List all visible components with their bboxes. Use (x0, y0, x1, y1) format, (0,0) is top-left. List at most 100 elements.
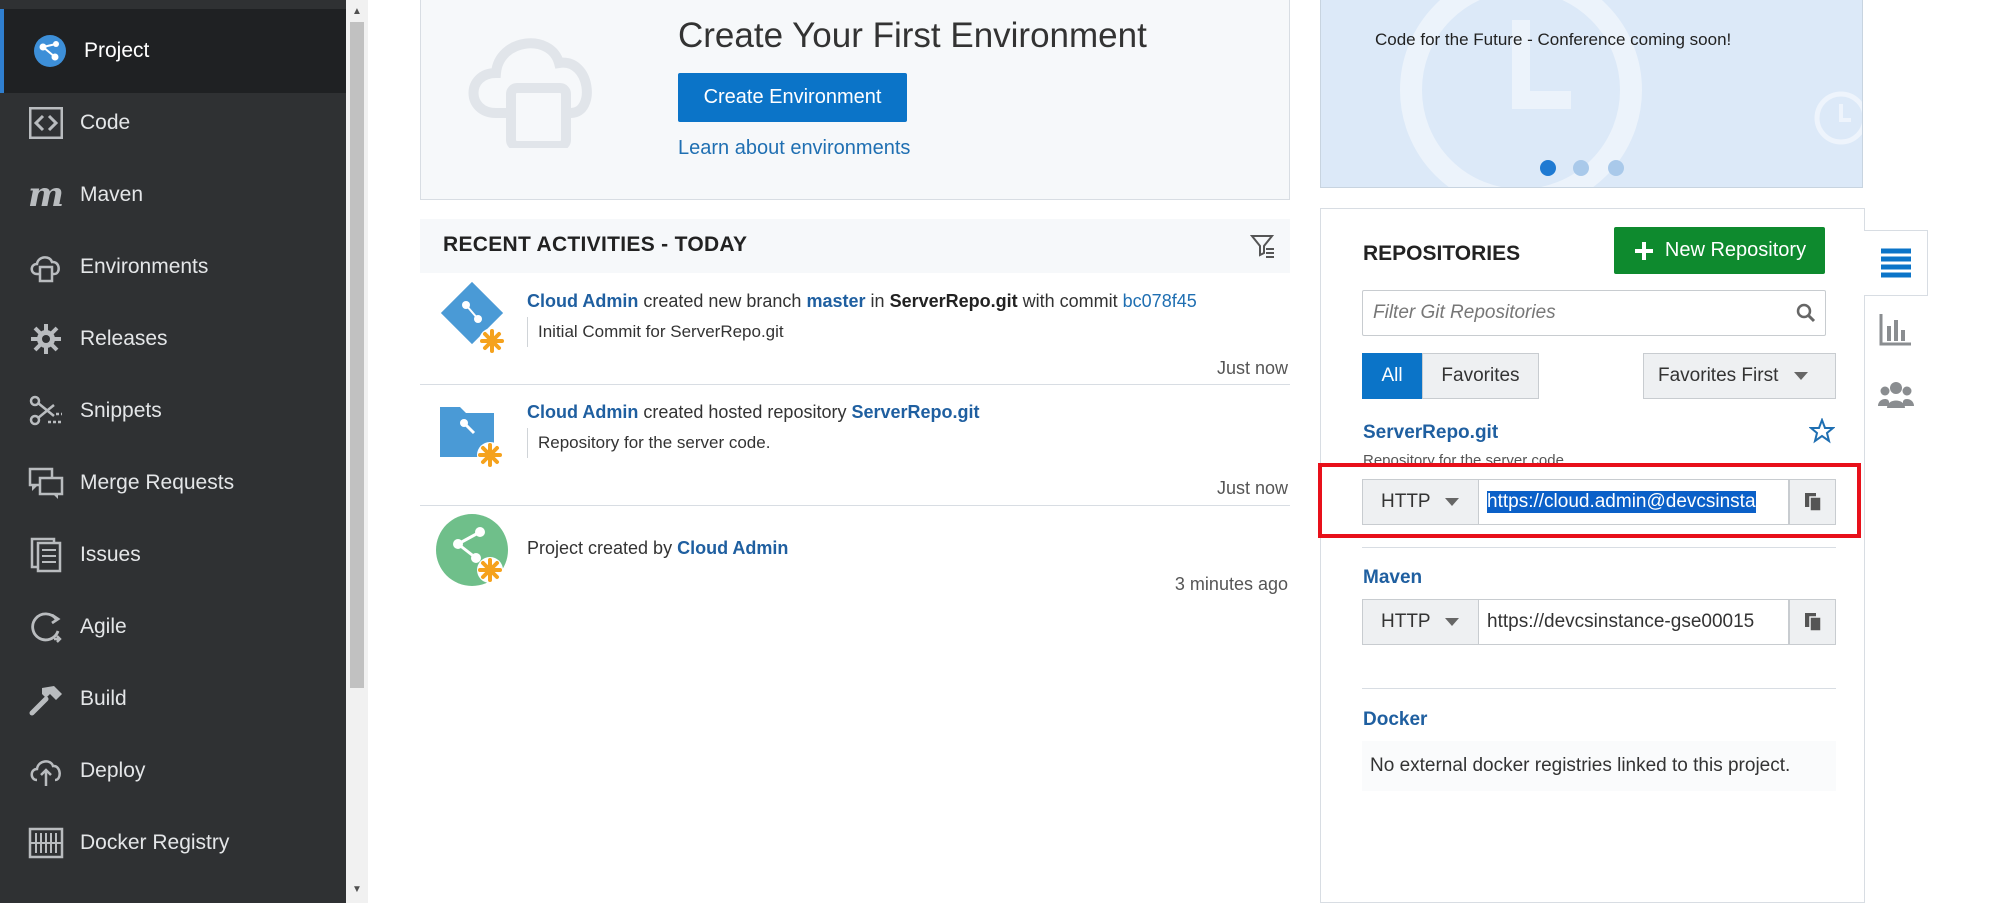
chevron-down-icon (1794, 372, 1809, 380)
environment-cloud-icon (468, 38, 592, 148)
scroll-down-icon[interactable]: ▼ (346, 880, 368, 900)
maven-url-field[interactable]: https://devcsinstance-gse00015 (1479, 599, 1789, 645)
create-environment-button[interactable]: Create Environment (678, 73, 907, 122)
tab-team[interactable] (1864, 362, 1928, 428)
user-link[interactable]: Cloud Admin (527, 402, 638, 422)
activity-message: Initial Commit for ServerRepo.git (527, 317, 784, 347)
environments-icon (27, 248, 65, 286)
activity-action: Project created by (527, 538, 673, 558)
repo-link[interactable]: ServerRepo.git (851, 402, 979, 422)
agile-icon (27, 608, 65, 646)
user-link[interactable]: Cloud Admin (527, 291, 638, 311)
activity-time: Just now (1216, 358, 1288, 378)
team-icon (1878, 382, 1914, 408)
new-repository-label: New Repository (1664, 239, 1807, 261)
list-icon (1880, 248, 1911, 278)
merge-requests-icon (27, 464, 65, 502)
snippets-icon (27, 392, 65, 430)
protocol-label: HTTP (1381, 611, 1431, 632)
clone-url-highlight (1318, 463, 1861, 538)
branch-activity-icon (440, 281, 505, 354)
sidebar: Project Code m Maven Environments Releas… (0, 0, 346, 903)
activity-item: Project created by Cloud Admin 3 minutes… (420, 506, 1290, 606)
filter-favorites-button[interactable]: Favorites (1422, 353, 1539, 399)
filter-icon[interactable] (1250, 233, 1276, 259)
project-created-icon (436, 514, 508, 586)
deploy-icon (27, 752, 65, 790)
sidebar-item-label: Docker Registry (80, 831, 230, 854)
environment-card: Create Your First Environment Create Env… (420, 0, 1290, 200)
activity-connector: with commit (1022, 291, 1118, 311)
activities-header: RECENT ACTIVITIES - TODAY (420, 219, 1290, 273)
sidebar-item-label: Environments (80, 255, 209, 278)
sidebar-item-label: Merge Requests (80, 471, 235, 494)
activity-text: Project created by Cloud Admin (527, 538, 788, 559)
code-icon (27, 104, 65, 142)
activity-time: Just now (1216, 478, 1288, 498)
docker-registry-icon (27, 824, 65, 862)
star-icon[interactable] (1809, 418, 1835, 444)
repo-name: ServerRepo.git (889, 291, 1018, 311)
environment-title: Create Your First Environment (678, 16, 1147, 55)
scroll-up-icon[interactable]: ▲ (346, 2, 368, 22)
commit-link[interactable]: bc078f45 (1123, 291, 1197, 311)
activity-time: 3 minutes ago (1174, 574, 1288, 594)
new-repository-button[interactable]: New Repository (1614, 227, 1825, 274)
promo-carousel[interactable]: Code for the Future - Conference coming … (1320, 0, 1863, 188)
sidebar-item-docker-registry[interactable]: Docker Registry (0, 801, 346, 885)
activity-action: created hosted repository (643, 402, 847, 422)
repository-search-input[interactable] (1363, 291, 1783, 335)
learn-environments-link[interactable]: Learn about environments (678, 137, 910, 160)
activity-item: Cloud Admin created new branch master in… (420, 273, 1290, 385)
releases-icon (27, 320, 65, 358)
sort-label: Favorites First (1658, 365, 1779, 386)
sidebar-item-label: Deploy (80, 759, 146, 782)
maven-icon: m (27, 176, 65, 214)
sidebar-item-label: Maven (80, 183, 144, 206)
activities-title: RECENT ACTIVITIES - TODAY (443, 233, 748, 256)
maven-title-link[interactable]: Maven (1363, 567, 1422, 589)
sidebar-item-label: Project (84, 39, 150, 62)
activity-message: Repository for the server code. (527, 428, 770, 458)
sidebar-scrollbar[interactable]: ▲ ▼ (346, 0, 368, 903)
divider (1362, 547, 1836, 548)
search-icon[interactable] (1795, 302, 1817, 324)
docker-title-link[interactable]: Docker (1363, 709, 1427, 731)
maven-protocol-dropdown[interactable]: HTTP (1362, 599, 1479, 645)
carousel-dot[interactable] (1608, 160, 1624, 176)
copy-maven-url-button[interactable] (1789, 599, 1836, 645)
activity-text: Cloud Admin created new branch master in… (527, 291, 1197, 312)
branch-link[interactable]: master (806, 291, 865, 311)
maven-url-value: https://devcsinstance-gse00015 (1487, 611, 1755, 632)
divider (1362, 688, 1836, 689)
activity-action: created new branch (643, 291, 802, 311)
bar-chart-icon (1879, 314, 1911, 346)
copy-icon (1804, 613, 1822, 632)
activity-connector: in (870, 291, 885, 311)
alarm-decoration-icon (1814, 91, 1862, 145)
docker-message: No external docker registries linked to … (1362, 741, 1836, 791)
tab-repositories[interactable] (1864, 230, 1928, 296)
issues-icon (27, 536, 65, 574)
tab-statistics[interactable] (1864, 296, 1928, 362)
repository-search (1362, 290, 1826, 336)
sidebar-item-label: Snippets (80, 399, 162, 422)
sidebar-item-label: Code (80, 111, 131, 134)
carousel-dot[interactable] (1573, 160, 1589, 176)
sort-dropdown[interactable]: Favorites First (1643, 353, 1836, 399)
activity-text: Cloud Admin created hosted repository Se… (527, 402, 980, 423)
sidebar-item-label: Agile (80, 615, 127, 638)
repository-name-link[interactable]: ServerRepo.git (1363, 422, 1498, 444)
sidebar-item-label: Releases (80, 327, 168, 350)
carousel-dot-active[interactable] (1540, 160, 1556, 176)
chevron-down-icon (1444, 618, 1459, 626)
project-icon (31, 32, 69, 70)
activity-item: Cloud Admin created hosted repository Se… (420, 385, 1290, 506)
sidebar-item-label: Issues (80, 543, 141, 566)
repository-activity-icon (440, 407, 503, 468)
svg-text:m: m (28, 180, 64, 210)
user-link[interactable]: Cloud Admin (677, 538, 788, 558)
scroll-thumb[interactable] (350, 22, 364, 688)
filter-all-button[interactable]: All (1362, 353, 1422, 399)
build-icon (27, 680, 65, 718)
